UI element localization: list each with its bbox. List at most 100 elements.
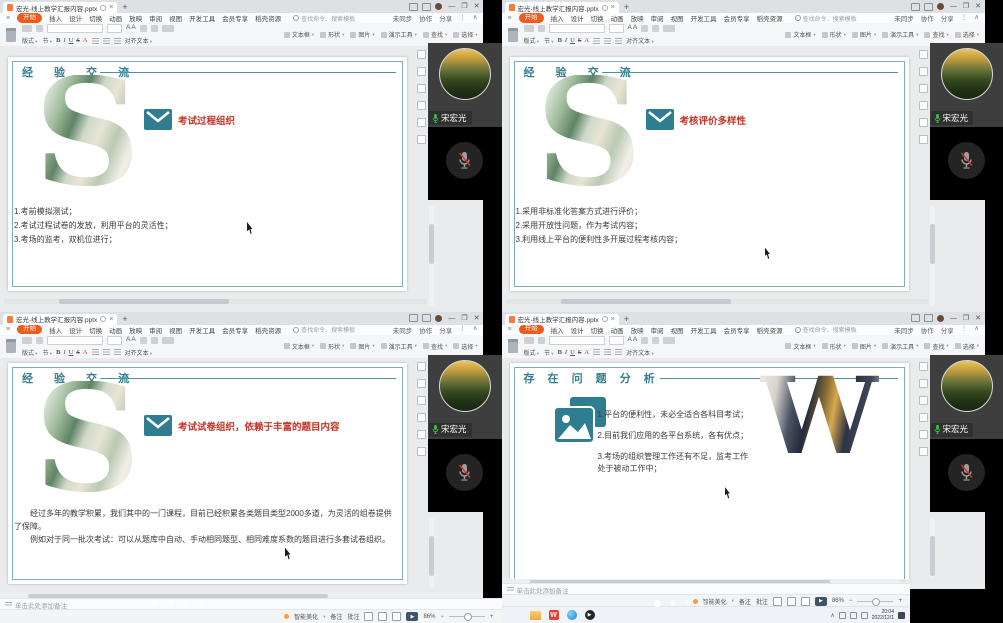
zoom-out-button[interactable]: − (849, 598, 853, 604)
menu-tab-0[interactable]: 插入 (49, 13, 62, 23)
font-name-box[interactable] (47, 24, 103, 33)
ribbon-insert-button-3[interactable]: 演示工具 (381, 342, 417, 351)
zoom-level[interactable]: 86% (423, 614, 435, 620)
bullet-list-icon[interactable] (641, 337, 648, 344)
format-button-2[interactable]: U (69, 349, 74, 356)
menu-tab-0[interactable]: 插入 (551, 325, 564, 335)
ribbon-button-1[interactable]: 节 (43, 36, 53, 45)
ribbon-insert-button-1[interactable]: 形状 (822, 30, 846, 39)
scroll-thumb[interactable] (930, 536, 935, 576)
grow-shrink-font-buttons[interactable]: A A (126, 25, 136, 32)
ribbon-insert-button-0[interactable]: 文本框 (284, 30, 314, 39)
menu-tab-5[interactable]: 审阅 (149, 325, 162, 335)
bullet-list-icon[interactable] (140, 337, 147, 344)
normal-view-icon[interactable] (773, 597, 782, 606)
slide[interactable]: 经 验 交 流 S 考试过程组织 1.考前模拟测试；2.考试过程试卷的发放，利用… (8, 57, 407, 291)
volume-icon[interactable] (861, 612, 868, 619)
ribbon-insert-button-2[interactable]: 图片 (852, 342, 876, 351)
browser-icon[interactable] (567, 610, 577, 620)
format-button-2[interactable]: U (570, 349, 575, 356)
numbered-list-icon[interactable] (652, 25, 659, 32)
collapse-ribbon-icon[interactable]: ∧ (473, 326, 478, 333)
close-button[interactable]: ✕ (975, 315, 981, 322)
indent-icons[interactable] (162, 337, 174, 344)
ribbon-button-1[interactable]: 节 (544, 36, 554, 45)
format-button-3[interactable]: S (76, 349, 80, 356)
rail-comment-icon[interactable] (919, 118, 928, 127)
menu-tab-6[interactable]: 视图 (671, 325, 684, 335)
reading-view-icon[interactable] (392, 612, 401, 621)
account-avatar[interactable] (937, 315, 944, 322)
zoom-slider[interactable] (449, 616, 485, 617)
ribbon-button-0[interactable]: 版式 (22, 36, 38, 45)
new-tab-button[interactable]: + (122, 315, 127, 324)
format-button-1[interactable]: I (565, 349, 567, 356)
menu-tab-2[interactable]: 切换 (89, 325, 102, 335)
rail-animation-icon[interactable] (919, 379, 928, 388)
slide-canvas[interactable]: 存 在 问 题 分 析 W 1.平台的便利性，未必全适合各科目考试；2.目前我们… (502, 358, 1003, 586)
ribbon-insert-button-5[interactable]: 选择 (453, 30, 477, 39)
new-tab-button[interactable]: + (624, 3, 629, 12)
menu-tab-5[interactable]: 审阅 (651, 13, 664, 23)
slide-layout-icon[interactable] (538, 337, 545, 344)
slide[interactable]: 经 验 交 流 S 考试试卷组织，依赖于丰富的题目内容 经过多年的教学积累，我们… (8, 363, 407, 584)
ribbon-insert-button-3[interactable]: 演示工具 (882, 30, 918, 39)
notes-toggle-button[interactable]: 备注 (330, 612, 342, 621)
menu-tab-4[interactable]: 放映 (631, 325, 644, 335)
maximize-button[interactable]: ❐ (963, 3, 969, 10)
ribbon-button-0[interactable]: 版式 (524, 36, 540, 45)
align-right-icon[interactable] (114, 38, 121, 44)
account-action-0[interactable]: 未同步 (393, 13, 413, 23)
more-menu-icon[interactable]: ⋮ (459, 326, 466, 333)
ribbon-insert-button-3[interactable]: 演示工具 (381, 30, 417, 39)
participant-tile[interactable]: 宋宏光 (428, 355, 502, 439)
font-name-box[interactable] (549, 336, 605, 345)
workspace-grid-icon[interactable] (924, 3, 933, 11)
menu-tab-2[interactable]: 切换 (591, 325, 604, 335)
menu-tab-5[interactable]: 审阅 (149, 13, 162, 23)
numbered-list-icon[interactable] (151, 337, 158, 344)
rail-design-icon[interactable] (919, 101, 928, 110)
document-tab[interactable]: 宏光-线上教学汇报内容.pptx × (3, 2, 117, 13)
grow-shrink-font-buttons[interactable]: A A (628, 337, 638, 344)
vertical-scrollbar[interactable] (930, 206, 935, 306)
new-slide-icon[interactable] (524, 25, 534, 32)
account-action-0[interactable]: 未同步 (894, 13, 914, 23)
menu-tab-1[interactable]: 设计 (69, 325, 82, 335)
beautify-button[interactable]: 智能美化 (294, 612, 318, 621)
slide-heading[interactable]: 考试试卷组织，依赖于丰富的题目内容 (178, 419, 340, 433)
new-slide-icon[interactable] (22, 337, 32, 344)
maximize-button[interactable]: ❐ (963, 315, 969, 322)
photo-letter[interactable]: S (536, 75, 643, 190)
align-left-icon[interactable] (92, 349, 99, 355)
menu-tab-1[interactable]: 设计 (571, 13, 584, 23)
ribbon-insert-button-5[interactable]: 选择 (453, 342, 477, 351)
mute-button[interactable] (948, 454, 985, 491)
tray-expand-icon[interactable]: ∧ (830, 612, 834, 619)
menu-tab-9[interactable]: 稻壳资源 (255, 325, 281, 335)
new-slide-icon[interactable] (22, 25, 32, 32)
slideshow-play-button[interactable]: ▶ (815, 597, 827, 606)
split-view-icon[interactable] (911, 314, 920, 322)
close-tab-icon[interactable]: × (109, 316, 113, 323)
account-avatar[interactable] (937, 3, 944, 10)
ribbon-insert-button-2[interactable]: 图片 (350, 342, 374, 351)
rail-animation-icon[interactable] (919, 67, 928, 76)
rail-transition-icon[interactable] (417, 396, 426, 405)
align-left-icon[interactable] (92, 38, 99, 44)
account-avatar[interactable] (435, 315, 442, 322)
menu-tab-5[interactable]: 审阅 (651, 325, 664, 335)
ribbon-insert-button-4[interactable]: 查找 (924, 342, 948, 351)
slide-layout-icon[interactable] (36, 337, 43, 344)
ribbon-insert-button-4[interactable]: 查找 (924, 30, 948, 39)
notes-toggle-button[interactable]: 备注 (739, 597, 751, 606)
format-button-2[interactable]: U (570, 37, 575, 44)
menu-tab-3[interactable]: 动画 (611, 325, 624, 335)
slide-sorter-icon[interactable] (787, 597, 796, 606)
ribbon-insert-button-0[interactable]: 文本框 (785, 30, 815, 39)
align-text-button[interactable]: 对齐文本 (125, 36, 153, 45)
ribbon-button-0[interactable]: 版式 (524, 348, 540, 357)
ribbon-insert-button-2[interactable]: 图片 (350, 30, 374, 39)
format-button-4[interactable]: A (584, 349, 589, 356)
rail-comment-icon[interactable] (919, 430, 928, 439)
